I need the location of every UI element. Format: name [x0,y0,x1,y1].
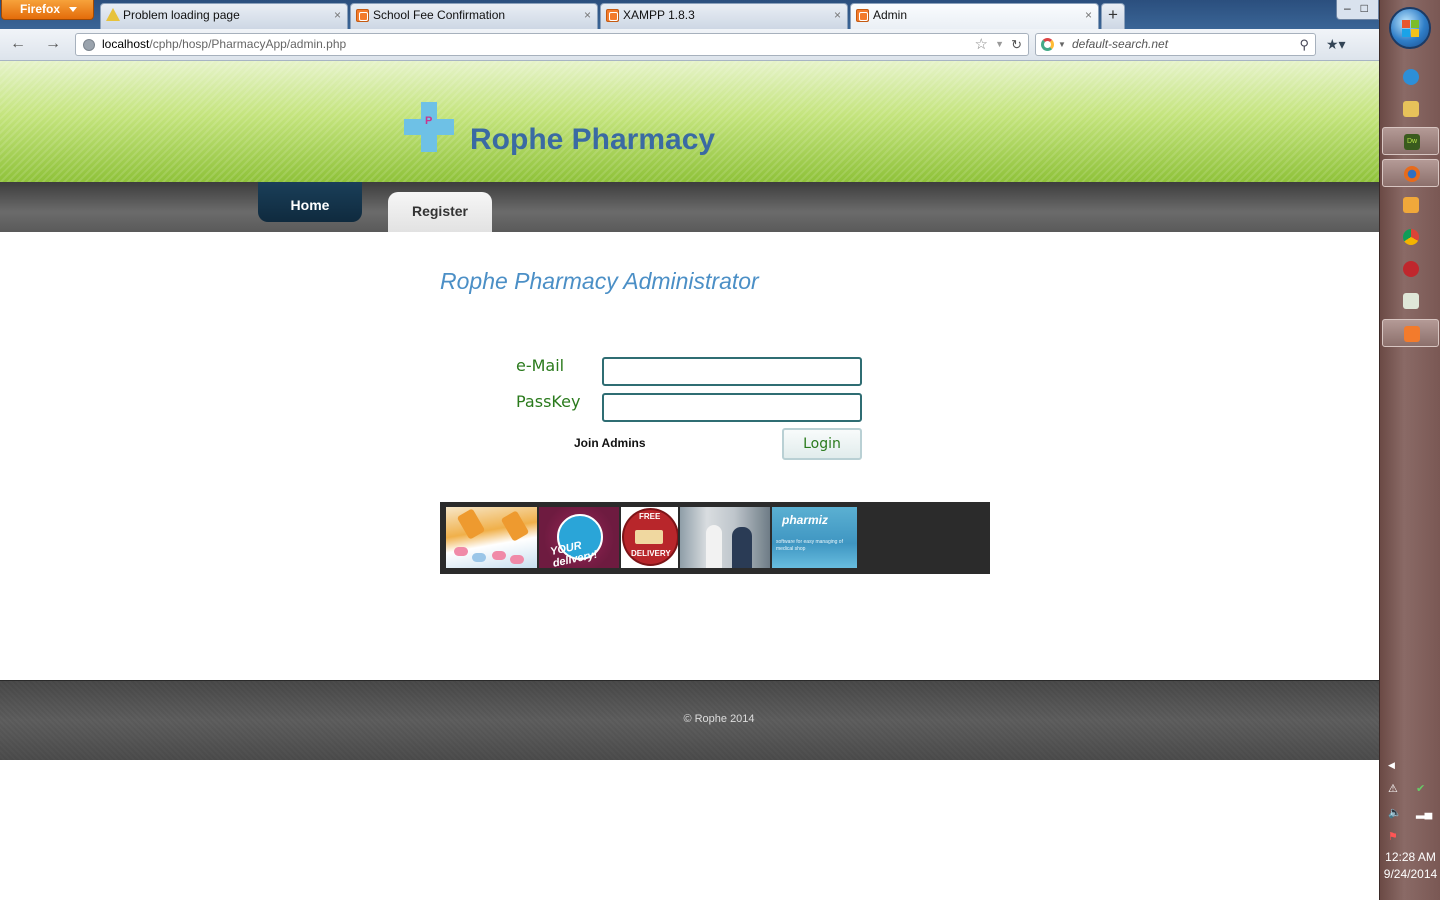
login-button[interactable]: Login [782,428,862,460]
network-icon[interactable]: ▂▄ [1416,807,1432,819]
internet-explorer-icon[interactable] [1382,63,1439,91]
clock-date[interactable]: 9/24/2014 [1380,867,1440,881]
logo-letter: P [425,115,433,127]
chrome-icon[interactable] [1382,223,1439,251]
email-field[interactable] [602,357,862,386]
window-controls[interactable]: –□ [1336,0,1379,20]
media-player-icon[interactable] [1382,191,1439,219]
image-gallery: YOUR delivery! FREE DELIVERY pharmiz sof… [440,502,990,574]
close-icon[interactable]: × [584,4,591,27]
address-bar[interactable]: localhost/cphp/hosp/PharmacyApp/admin.ph… [75,33,1029,56]
action-center-icon[interactable]: ⚠ [1388,783,1402,795]
pills-image [446,507,537,568]
url-path: /cphp/hosp/PharmacyApp/admin.php [149,37,347,51]
site-title: Rophe Pharmacy [470,123,716,156]
bookmarks-menu-button[interactable]: ★▾ [1326,36,1360,54]
tab-problem-loading[interactable]: Problem loading page × [100,3,348,29]
new-tab-button[interactable]: + [1101,3,1125,29]
back-arrow-icon[interactable]: ← [8,35,28,53]
firefox-icon[interactable] [1382,159,1439,187]
passkey-label: PassKey [516,392,581,411]
main-menu: Home Register [0,182,1379,232]
tab-strip: Firefox Problem loading page × School Fe… [0,0,1379,29]
bookmark-star-icon[interactable]: ☆ [975,34,988,55]
flag-error-icon[interactable]: ⚑ [1388,831,1402,843]
tab-xampp[interactable]: XAMPP 1.8.3 × [600,3,848,29]
dreamweaver-icon[interactable]: Dw [1382,127,1439,155]
pharmiz-banner: pharmiz software for easy managing of me… [772,507,857,568]
search-engine-icon[interactable] [1041,38,1054,51]
firefox-menu-button[interactable]: Firefox [1,0,94,20]
filezilla-icon[interactable] [1382,255,1439,283]
xampp-icon [856,9,869,22]
navigation-toolbar: ← → localhost/cphp/hosp/PharmacyApp/admi… [0,29,1379,61]
browser-window: Firefox Problem loading page × School Fe… [0,0,1379,900]
tab-title: Admin [873,8,908,22]
forward-arrow-icon[interactable]: → [43,35,63,53]
pharmacy-cross-logo: P [404,102,454,152]
globe-icon [83,39,95,51]
join-admins-link[interactable]: Join Admins [574,436,646,450]
free-text: FREE [639,512,661,521]
page-title: Rophe Pharmacy Administrator [440,268,759,294]
main-content: Rophe Pharmacy Administrator e-Mail Pass… [0,232,1379,680]
search-placeholder: default-search.net [1072,37,1169,51]
delivery-text: DELIVERY [631,549,671,558]
file-explorer-icon[interactable] [1382,95,1439,123]
url-host: localhost [102,37,150,51]
search-input[interactable]: ▼ default-search.net ⚲ [1035,33,1316,56]
tab-title: School Fee Confirmation [373,8,506,22]
xampp-icon[interactable] [1382,319,1439,347]
nav-home[interactable]: Home [258,182,362,222]
close-icon[interactable]: × [834,4,841,27]
reload-icon[interactable]: ↻ [1011,34,1022,55]
start-button[interactable] [1389,7,1431,49]
site-header: P Rophe Pharmacy [0,61,1379,182]
passkey-field[interactable] [602,393,862,422]
nav-register[interactable]: Register [388,192,492,232]
site-footer: © Rophe 2014 [0,680,1379,760]
tab-title: XAMPP 1.8.3 [623,8,695,22]
close-icon[interactable]: × [334,4,341,27]
copyright-text: © Rophe 2014 [683,713,755,725]
search-icon[interactable]: ⚲ [1299,34,1309,55]
history-dropdown-icon[interactable]: ▼ [995,34,1004,55]
xampp-icon [606,9,619,22]
email-label: e-Mail [516,356,565,375]
free-delivery-badge-image: FREE DELIVERY [621,507,678,568]
page-viewport: P Rophe Pharmacy Home Register Rophe Pha… [0,61,1379,900]
task-manager-icon[interactable] [1382,287,1439,315]
delivery-scooter-image: YOUR delivery! [539,507,619,568]
warning-icon [106,8,120,21]
tab-admin[interactable]: Admin × [850,3,1099,29]
chevron-down-icon[interactable]: ▼ [1058,34,1066,55]
tray-expand-icon[interactable]: ◀ [1388,760,1395,771]
pharmacist-photo [680,507,770,568]
volume-icon[interactable]: 🔈 [1388,807,1402,819]
chevron-down-icon [69,7,77,12]
pharmiz-tagline: software for easy managing of medical sh… [776,539,843,552]
tab-school-fee[interactable]: School Fee Confirmation × [350,3,598,29]
security-icon[interactable]: ✔ [1416,783,1430,795]
clock-time[interactable]: 12:28 AM [1380,850,1440,864]
close-icon[interactable]: × [1085,4,1092,27]
windows-taskbar: Dw ◀ ⚠ ✔ 🔈 ▂▄ ⚑ 12:28 AM 9/24/2014 [1379,0,1440,900]
pharmiz-brand: pharmiz [782,513,829,527]
tab-title: Problem loading page [123,8,240,22]
firefox-menu-label: Firefox [20,2,61,16]
xampp-icon [356,9,369,22]
